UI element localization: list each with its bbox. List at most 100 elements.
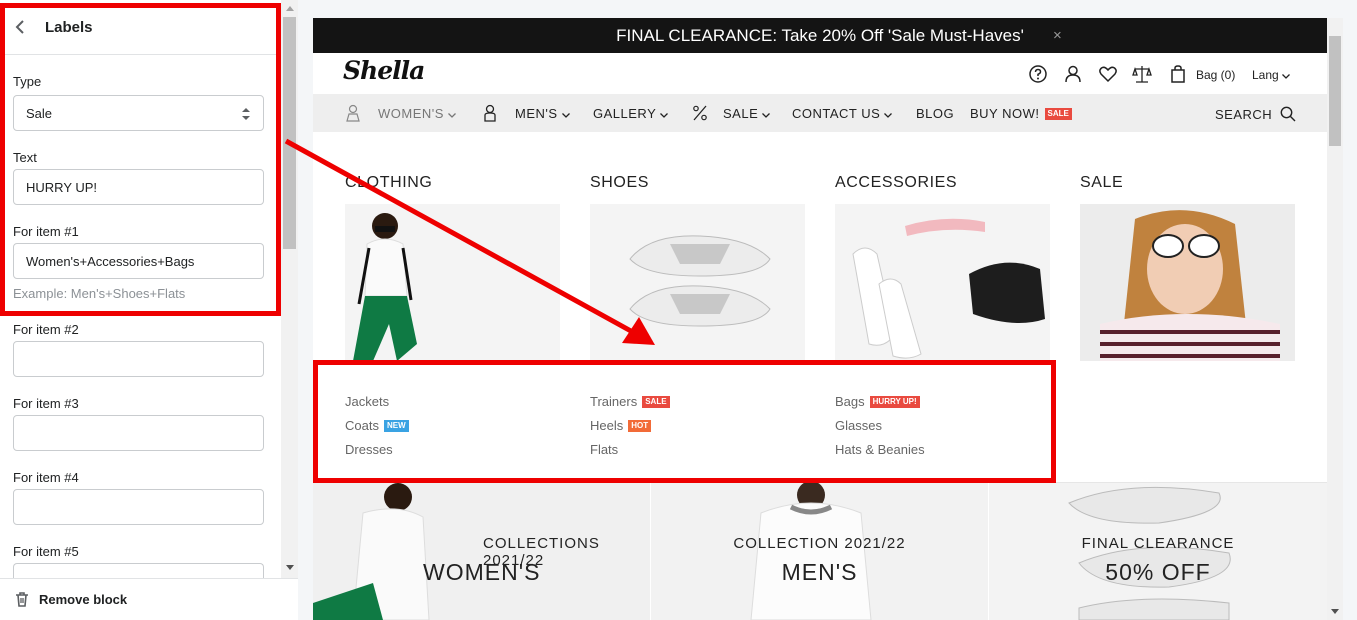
announcement-bar: FINAL CLEARANCE: Take 20% Off 'Sale Must… <box>313 18 1327 53</box>
nav-sale-badge: SALE <box>1044 108 1072 120</box>
link-coats-label: Coats <box>345 418 379 433</box>
settings-panel: Labels Type Sale Text HURRY UP! For item… <box>0 0 281 620</box>
link-glasses[interactable]: Glasses <box>835 418 882 433</box>
item1-help-text: Example: Men's+Shoes+Flats <box>13 286 186 301</box>
bag-count[interactable]: Bag (0) <box>1196 68 1235 82</box>
preview-scroll-down-icon[interactable] <box>1327 603 1343 620</box>
remove-block-button[interactable]: Remove block <box>0 578 298 620</box>
remove-block-label: Remove block <box>39 592 128 607</box>
nav-gallery-label: GALLERY <box>593 106 657 121</box>
chevron-down-icon <box>884 113 893 118</box>
collection-banner-womens[interactable]: COLLECTIONS 2021/22 WOMEN'S <box>313 483 650 620</box>
collection-mens-title: MEN'S <box>781 559 858 585</box>
store-preview: FINAL CLEARANCE: Take 20% Off 'Sale Must… <box>313 18 1327 620</box>
nav-mens-label: MEN'S <box>515 106 558 121</box>
chevron-down-icon <box>448 113 457 118</box>
link-coats[interactable]: Coats NEW <box>345 418 409 433</box>
nav-sale[interactable]: SALE <box>723 106 771 121</box>
link-trainers[interactable]: Trainers SALE <box>590 394 670 409</box>
item5-label: For item #5 <box>13 544 79 559</box>
panel-scroll-thumb[interactable] <box>283 17 296 249</box>
lang-selector[interactable]: Lang <box>1252 68 1291 82</box>
col-title-shoes[interactable]: SHOES <box>590 174 649 192</box>
link-bags[interactable]: Bags HURRY UP! <box>835 394 920 409</box>
compare-scales-icon[interactable] <box>1132 64 1152 84</box>
shoes-image[interactable] <box>590 204 805 361</box>
chevron-down-icon <box>660 113 669 118</box>
link-flats[interactable]: Flats <box>590 442 618 457</box>
nav-contact[interactable]: CONTACT US <box>792 106 893 121</box>
nav-sale-label: SALE <box>723 106 759 121</box>
percent-icon <box>693 105 707 121</box>
panel-title: Labels <box>45 18 93 36</box>
nav-search-label: SEARCH <box>1215 107 1273 122</box>
sale-image[interactable] <box>1080 204 1295 361</box>
col-title-accessories[interactable]: ACCESSORIES <box>835 174 957 192</box>
item1-input[interactable]: Women's+Accessories+Bags <box>13 243 264 279</box>
collection-banner-mens[interactable]: COLLECTION 2021/22 MEN'S <box>651 483 988 620</box>
nav-buy-now-label: BUY NOW! <box>970 106 1040 121</box>
text-label: Text <box>13 150 37 165</box>
item2-label: For item #2 <box>13 322 79 337</box>
nav-contact-label: CONTACT US <box>792 106 881 121</box>
help-icon[interactable] <box>1028 64 1048 84</box>
badge-sale: SALE <box>642 396 670 408</box>
link-heels-label: Heels <box>590 418 624 433</box>
badge-hurry-up: HURRY UP! <box>869 396 920 408</box>
text-input[interactable]: HURRY UP! <box>13 169 264 205</box>
link-heels[interactable]: Heels HOT <box>590 418 652 433</box>
nav-gallery[interactable]: GALLERY <box>593 106 669 121</box>
trash-icon <box>16 592 28 607</box>
accessories-image[interactable] <box>835 204 1050 361</box>
panel-scrollbar[interactable] <box>281 0 298 578</box>
nav-blog[interactable]: BLOG <box>916 106 954 121</box>
badge-new: NEW <box>383 420 409 432</box>
nav-womens[interactable]: WOMEN'S <box>378 106 457 121</box>
scroll-down-icon[interactable] <box>281 559 298 576</box>
lang-label: Lang <box>1252 68 1279 82</box>
collection-womens-title: WOMEN'S <box>423 559 541 585</box>
link-jackets[interactable]: Jackets <box>345 394 389 409</box>
badge-hot: HOT <box>628 420 652 432</box>
scroll-up-icon[interactable] <box>281 0 298 17</box>
collection-mens-subtitle: COLLECTION 2021/22 <box>733 535 906 552</box>
link-dresses[interactable]: Dresses <box>345 442 393 457</box>
bag-icon[interactable] <box>1168 64 1188 84</box>
panel-header: Labels <box>0 0 281 55</box>
clothing-image[interactable] <box>345 204 560 361</box>
item3-input[interactable] <box>13 415 264 451</box>
item3-label: For item #3 <box>13 396 79 411</box>
col-title-sale[interactable]: SALE <box>1080 174 1123 192</box>
nav-search[interactable]: SEARCH <box>1215 106 1296 122</box>
mega-menu: CLOTHING SHOES ACCESSORIES SALE Jackets … <box>313 132 1327 483</box>
main-nav: WOMEN'S MEN'S GALLERY SALE CONTACT US BL… <box>313 94 1327 132</box>
chevron-down-icon <box>561 113 570 118</box>
man-figure-icon <box>484 104 496 122</box>
link-bags-label: Bags <box>835 394 865 409</box>
item2-input[interactable] <box>13 341 264 377</box>
account-icon[interactable] <box>1063 64 1083 84</box>
nav-buy-now[interactable]: BUY NOW! SALE <box>970 106 1072 121</box>
collection-clearance-subtitle: FINAL CLEARANCE <box>1081 535 1235 552</box>
back-button[interactable] <box>0 0 40 55</box>
store-logo[interactable]: Shella <box>343 56 425 85</box>
type-select-value: Sale <box>26 105 53 121</box>
col-title-clothing[interactable]: CLOTHING <box>345 174 432 192</box>
nav-mens[interactable]: MEN'S <box>515 106 570 121</box>
item5-input[interactable] <box>13 563 264 578</box>
chevron-down-icon <box>762 113 771 118</box>
search-icon <box>1280 106 1296 122</box>
type-select[interactable]: Sale <box>13 95 264 131</box>
link-hats-beanies[interactable]: Hats & Beanies <box>835 442 925 457</box>
wishlist-heart-icon[interactable] <box>1098 64 1118 84</box>
preview-scrollbar[interactable] <box>1327 18 1343 620</box>
announcement-text: FINAL CLEARANCE: Take 20% Off 'Sale Must… <box>616 25 1024 45</box>
item4-input[interactable] <box>13 489 264 525</box>
chevron-left-icon <box>15 20 24 34</box>
collection-banner-clearance[interactable]: FINAL CLEARANCE 50% OFF <box>989 483 1327 620</box>
collection-clearance-title: 50% OFF <box>1105 559 1211 585</box>
announcement-close-icon[interactable]: × <box>1053 27 1062 44</box>
item4-label: For item #4 <box>13 470 79 485</box>
preview-scroll-thumb[interactable] <box>1329 36 1341 146</box>
nav-womens-label: WOMEN'S <box>378 106 444 121</box>
